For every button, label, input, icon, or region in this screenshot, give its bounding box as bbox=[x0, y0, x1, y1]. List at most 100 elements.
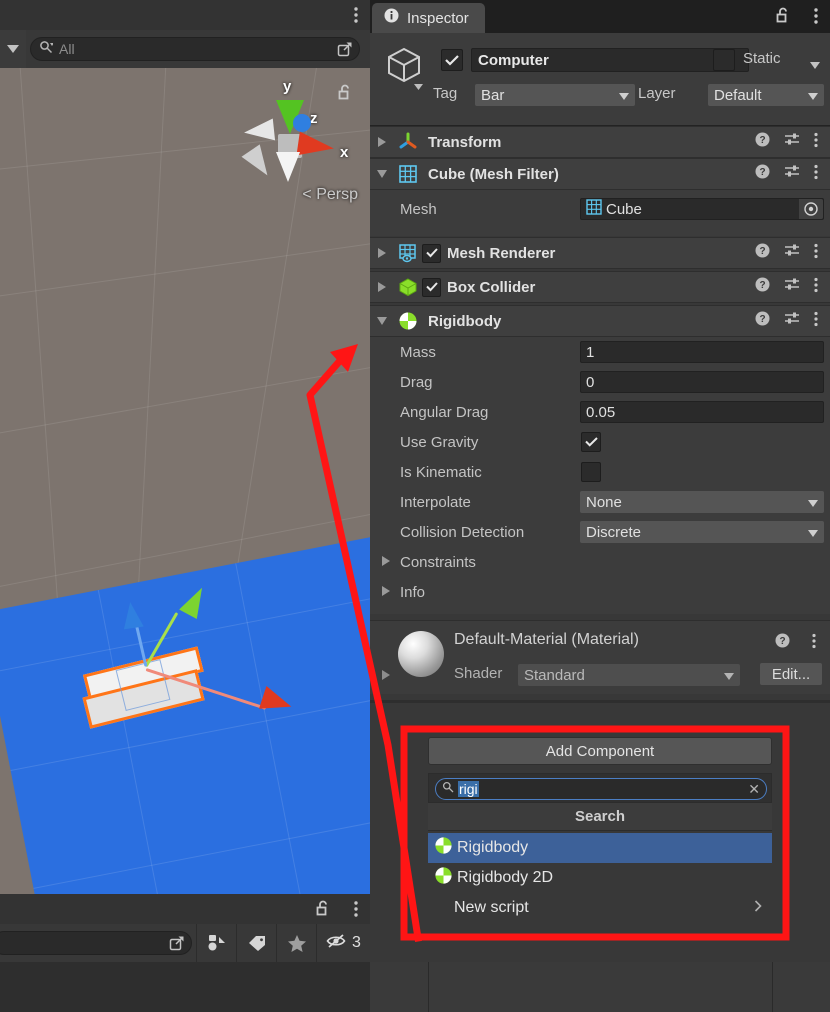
hidden-objects-button[interactable]: 3 bbox=[316, 924, 370, 962]
mass-input[interactable]: 1 bbox=[580, 341, 824, 363]
foldout-arrow-icon[interactable] bbox=[370, 317, 394, 325]
kebab-menu-icon[interactable] bbox=[354, 6, 358, 29]
mesh-grid-icon bbox=[586, 198, 602, 220]
static-dropdown-arrow-icon[interactable] bbox=[810, 56, 820, 74]
property-row-constraints[interactable]: Constraints bbox=[370, 547, 830, 577]
property-label: Drag bbox=[400, 373, 433, 391]
tab-inspector[interactable]: Inspector bbox=[372, 3, 485, 33]
static-checkbox[interactable] bbox=[713, 49, 735, 71]
add-component-results-header: Search bbox=[428, 803, 772, 831]
unlocked-padlock-icon[interactable] bbox=[316, 900, 330, 922]
kebab-menu-icon[interactable] bbox=[814, 132, 818, 153]
help-question-icon[interactable]: ? bbox=[755, 243, 770, 263]
preset-sliders-icon[interactable] bbox=[784, 132, 800, 152]
help-question-icon[interactable]: ? bbox=[755, 311, 770, 331]
object-picker-icon[interactable] bbox=[799, 199, 823, 219]
gizmo-cone-negz[interactable] bbox=[241, 144, 277, 182]
chevron-down-icon[interactable] bbox=[0, 30, 26, 68]
foldout-arrow-icon[interactable] bbox=[370, 137, 394, 147]
preset-sliders-icon[interactable] bbox=[784, 311, 800, 331]
foldout-arrow-icon[interactable] bbox=[370, 282, 394, 292]
gameobject-name-field[interactable]: Computer bbox=[471, 48, 749, 72]
kebab-menu-icon[interactable] bbox=[814, 243, 818, 264]
unlocked-padlock-icon[interactable] bbox=[338, 84, 352, 106]
hierarchy-search-input[interactable]: All bbox=[30, 37, 360, 61]
is-kinematic-checkbox[interactable] bbox=[581, 462, 601, 482]
component-header-transform[interactable]: Transform ? bbox=[370, 126, 830, 158]
scene-projection-label[interactable]: < Persp bbox=[302, 186, 358, 204]
interpolate-dropdown[interactable]: None bbox=[580, 491, 824, 513]
star-favorite-icon[interactable] bbox=[276, 924, 316, 962]
gizmo-y-label[interactable]: y bbox=[283, 78, 291, 95]
kebab-menu-icon[interactable] bbox=[814, 7, 818, 30]
svg-text:?: ? bbox=[759, 135, 765, 146]
tag-label-icon[interactable] bbox=[236, 924, 276, 962]
foldout-arrow-icon[interactable] bbox=[370, 170, 394, 178]
scene-viewport[interactable]: y z x < Persp bbox=[0, 68, 370, 894]
add-component-search-value: rigi bbox=[458, 781, 479, 797]
svg-text:?: ? bbox=[759, 280, 765, 291]
gizmo-cone-negx[interactable] bbox=[242, 118, 276, 144]
angular-drag-input[interactable]: 0.05 bbox=[580, 401, 824, 423]
preset-sliders-icon[interactable] bbox=[784, 164, 800, 184]
mesh-filter-grid-icon bbox=[394, 164, 422, 184]
search-expand-icon[interactable] bbox=[167, 933, 187, 953]
mesh-filter-properties: Mesh Cube bbox=[370, 190, 830, 236]
property-row-info[interactable]: Info bbox=[370, 577, 830, 607]
clear-x-icon[interactable]: ✕ bbox=[748, 781, 760, 798]
kebab-menu-icon[interactable] bbox=[814, 311, 818, 332]
gameobject-enabled-checkbox[interactable] bbox=[441, 49, 463, 71]
add-component-button[interactable]: Add Component bbox=[428, 737, 772, 765]
component-header-mesh-renderer[interactable]: Mesh Renderer ? bbox=[370, 237, 830, 269]
component-header-mesh-filter[interactable]: Cube (Mesh Filter) ? bbox=[370, 158, 830, 190]
property-label: Use Gravity bbox=[400, 433, 479, 451]
component-enabled-checkbox[interactable] bbox=[422, 277, 441, 297]
component-title: Box Collider bbox=[447, 278, 536, 296]
preset-sliders-icon[interactable] bbox=[784, 277, 800, 297]
shader-dropdown[interactable]: Standard bbox=[518, 664, 740, 686]
scene-projection-value[interactable]: Persp bbox=[316, 186, 358, 203]
scene-back-arrow[interactable]: < bbox=[302, 186, 311, 203]
help-question-icon[interactable]: ? bbox=[755, 132, 770, 152]
unlocked-padlock-icon[interactable] bbox=[776, 7, 790, 29]
gizmo-cone-negy[interactable] bbox=[276, 152, 300, 182]
kebab-menu-icon[interactable] bbox=[354, 900, 358, 923]
foldout-arrow-icon[interactable] bbox=[382, 553, 390, 571]
gizmo-cone-z[interactable] bbox=[293, 114, 311, 132]
shapes-filter-icon[interactable] bbox=[196, 924, 236, 962]
help-question-icon[interactable]: ? bbox=[755, 277, 770, 297]
component-enabled-checkbox[interactable] bbox=[422, 243, 441, 263]
drag-input[interactable]: 0 bbox=[580, 371, 824, 393]
component-header-box-collider[interactable]: Box Collider ? bbox=[370, 271, 830, 303]
gizmo-axis-z-arrow[interactable] bbox=[120, 600, 144, 630]
mesh-object-field[interactable]: Cube bbox=[580, 198, 824, 220]
property-label: Is Kinematic bbox=[400, 463, 482, 481]
property-row-angular-drag: Angular Drag 0.05 bbox=[370, 397, 830, 427]
foldout-arrow-icon[interactable] bbox=[382, 667, 390, 685]
collision-detection-dropdown[interactable]: Discrete bbox=[580, 521, 824, 543]
search-expand-icon[interactable] bbox=[335, 39, 355, 59]
shader-edit-button[interactable]: Edit... bbox=[760, 663, 822, 685]
add-component-item-rigidbody[interactable]: Rigidbody bbox=[428, 833, 772, 863]
tag-dropdown[interactable]: Bar bbox=[475, 84, 635, 106]
gizmo-z-label[interactable]: z bbox=[310, 110, 318, 127]
add-component-search-input[interactable]: rigi ✕ bbox=[435, 778, 767, 800]
help-question-icon[interactable]: ? bbox=[775, 633, 790, 653]
project-search-input[interactable] bbox=[0, 931, 192, 955]
gizmo-x-label[interactable]: x bbox=[340, 144, 348, 161]
component-header-rigidbody[interactable]: Rigidbody ? bbox=[370, 305, 830, 337]
chevron-down-icon[interactable] bbox=[414, 77, 423, 95]
add-component-item-new-script[interactable]: New script bbox=[428, 893, 772, 923]
layer-dropdown[interactable]: Default bbox=[708, 84, 824, 106]
help-question-icon[interactable]: ? bbox=[755, 164, 770, 184]
preset-sliders-icon[interactable] bbox=[784, 243, 800, 263]
kebab-menu-icon[interactable] bbox=[814, 164, 818, 185]
kebab-menu-icon[interactable] bbox=[812, 633, 816, 654]
add-component-item-rigidbody-2d[interactable]: Rigidbody 2D bbox=[428, 863, 772, 893]
foldout-arrow-icon[interactable] bbox=[370, 248, 394, 258]
inspector-bottom-area bbox=[370, 962, 830, 1012]
foldout-arrow-icon[interactable] bbox=[382, 583, 390, 601]
gizmo-cone-x[interactable] bbox=[296, 131, 336, 161]
use-gravity-checkbox[interactable] bbox=[581, 432, 601, 452]
kebab-menu-icon[interactable] bbox=[814, 277, 818, 298]
